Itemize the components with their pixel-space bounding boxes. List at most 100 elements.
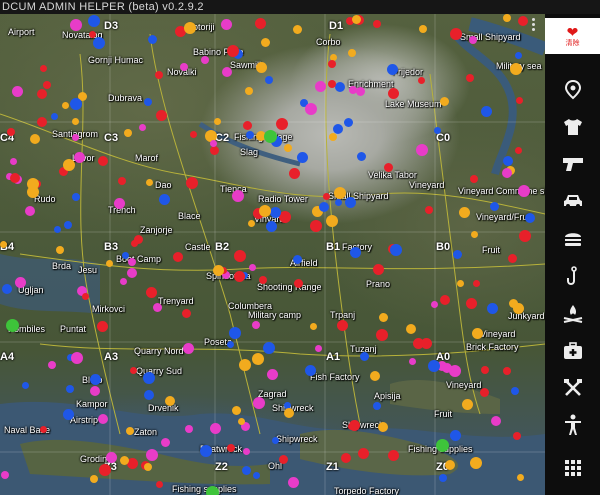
map-marker[interactable]	[434, 127, 441, 134]
map-marker[interactable]	[126, 427, 134, 435]
sidebar-item-clothing[interactable]	[545, 109, 600, 145]
map-marker[interactable]	[27, 178, 39, 190]
map-marker[interactable]	[156, 481, 163, 488]
map-marker[interactable]	[130, 367, 137, 374]
map-marker[interactable]	[406, 324, 416, 334]
map-marker[interactable]	[319, 202, 329, 212]
map-marker[interactable]	[48, 361, 56, 369]
map-marker[interactable]	[462, 399, 473, 410]
sidebar-item-fishing[interactable]	[545, 259, 600, 295]
map-marker[interactable]	[288, 477, 299, 488]
map-marker[interactable]	[503, 156, 513, 166]
map-marker[interactable]	[481, 106, 492, 117]
map-marker[interactable]	[259, 205, 271, 217]
map-marker[interactable]	[146, 449, 158, 461]
map-marker[interactable]	[88, 15, 100, 27]
map-marker[interactable]	[54, 226, 61, 233]
map-marker[interactable]	[64, 221, 72, 229]
map-marker[interactable]	[440, 295, 450, 305]
map-marker[interactable]	[284, 408, 294, 418]
map-marker[interactable]	[373, 20, 381, 28]
map-marker[interactable]	[2, 284, 12, 294]
map-marker[interactable]	[409, 358, 416, 365]
map-marker[interactable]	[469, 36, 477, 44]
map-marker[interactable]	[238, 418, 245, 425]
map-marker[interactable]	[293, 255, 302, 264]
map-marker[interactable]	[376, 329, 388, 341]
map-marker[interactable]	[416, 144, 428, 156]
map-marker[interactable]	[90, 374, 101, 385]
map-marker[interactable]	[146, 287, 157, 298]
map-marker[interactable]	[97, 321, 108, 332]
map-marker[interactable]	[490, 202, 499, 211]
map-marker[interactable]	[459, 207, 470, 218]
map-marker[interactable]	[106, 452, 117, 463]
map-marker[interactable]	[341, 453, 351, 463]
map-marker[interactable]	[264, 130, 277, 143]
map-marker[interactable]	[348, 49, 356, 57]
map-marker[interactable]	[183, 343, 194, 354]
map-marker[interactable]	[30, 134, 40, 144]
map-marker[interactable]	[356, 87, 365, 96]
map-marker[interactable]	[379, 313, 388, 322]
map-marker[interactable]	[335, 82, 345, 92]
map-marker[interactable]	[148, 35, 157, 44]
map-marker[interactable]	[294, 279, 303, 288]
map-marker[interactable]	[72, 134, 79, 141]
map-marker[interactable]	[418, 77, 425, 84]
map-marker[interactable]	[305, 103, 317, 115]
map-marker[interactable]	[511, 387, 519, 395]
more-options-icon[interactable]	[532, 18, 536, 32]
map-marker[interactable]	[200, 445, 212, 457]
map-marker[interactable]	[348, 423, 355, 430]
map-marker[interactable]	[159, 194, 170, 205]
map-marker[interactable]	[344, 118, 353, 127]
map-marker[interactable]	[350, 247, 361, 258]
map-marker[interactable]	[37, 89, 47, 99]
sidebar-item-food[interactable]	[545, 220, 600, 256]
map-marker[interactable]	[144, 390, 154, 400]
map-marker[interactable]	[210, 140, 217, 147]
map-marker[interactable]	[261, 38, 270, 47]
map-marker[interactable]	[184, 22, 196, 34]
map-marker[interactable]	[15, 277, 26, 288]
map-marker[interactable]	[248, 220, 255, 227]
map-marker[interactable]	[66, 385, 74, 393]
map-marker[interactable]	[253, 397, 265, 409]
map-marker[interactable]	[333, 124, 343, 134]
sidebar-item-camping[interactable]	[545, 296, 600, 332]
map-marker[interactable]	[227, 45, 239, 57]
map-marker[interactable]	[450, 28, 462, 40]
map-marker[interactable]	[265, 76, 273, 84]
map-marker[interactable]	[337, 320, 348, 331]
map-marker[interactable]	[388, 450, 399, 461]
map-marker[interactable]	[190, 131, 197, 138]
map-marker[interactable]	[329, 133, 337, 141]
map-marker[interactable]	[516, 97, 523, 104]
map-marker[interactable]	[315, 81, 326, 92]
map-marker[interactable]	[515, 52, 522, 59]
map-marker[interactable]	[328, 60, 336, 68]
map-marker[interactable]	[74, 152, 85, 163]
map-marker[interactable]	[450, 430, 461, 441]
map-marker[interactable]	[259, 276, 267, 284]
map-marker[interactable]	[470, 175, 478, 183]
map-marker[interactable]	[439, 474, 447, 482]
map-marker[interactable]	[131, 240, 138, 247]
map-marker[interactable]	[270, 207, 281, 218]
sidebar-item-tools[interactable]	[545, 370, 600, 406]
map-marker[interactable]	[517, 474, 524, 481]
map-marker[interactable]	[7, 128, 15, 136]
map-marker[interactable]	[252, 353, 264, 365]
map-marker[interactable]	[387, 64, 398, 75]
map-marker[interactable]	[213, 265, 224, 276]
map-marker[interactable]	[345, 197, 356, 208]
map-marker[interactable]	[289, 168, 300, 179]
map-marker[interactable]	[276, 118, 288, 130]
map-marker[interactable]	[93, 37, 105, 49]
map-marker[interactable]	[279, 455, 288, 464]
sidebar-item-players[interactable]	[545, 407, 600, 443]
map-marker[interactable]	[10, 173, 20, 183]
map-marker[interactable]	[232, 406, 241, 415]
map-marker[interactable]	[0, 241, 7, 248]
